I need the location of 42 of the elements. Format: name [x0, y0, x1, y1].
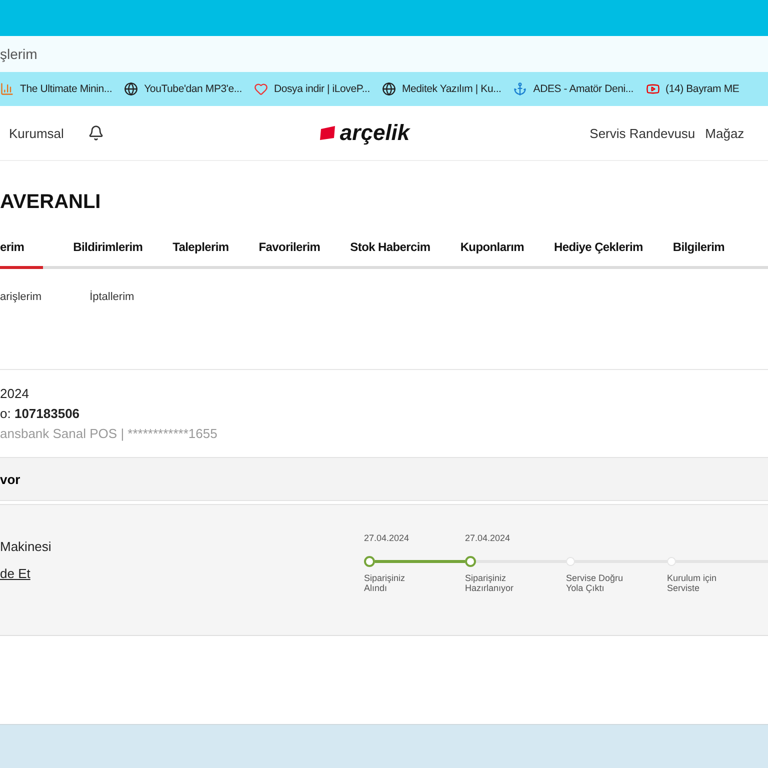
step-label: Siparişiniz Alındı [364, 573, 406, 593]
user-name: AVERANLI [0, 191, 102, 214]
bookmark[interactable]: (14) Bayram ME [646, 82, 740, 96]
order-number: o: 107183506 [0, 406, 81, 421]
heart-icon [254, 82, 268, 96]
step-label: Siparişiniz Hazırlanıyor [465, 573, 515, 593]
order-status: vor [0, 472, 20, 486]
step-date: 27.04.2024 [465, 533, 510, 543]
globe-icon [382, 82, 396, 96]
product-name: Makinesi [0, 539, 52, 554]
nav-link[interactable]: Kurumsal [9, 126, 64, 140]
tab[interactable]: Favorilerim [258, 240, 320, 269]
tab[interactable]: Bilgilerim [672, 240, 725, 269]
logo[interactable]: arçelik [318, 120, 410, 146]
step-date: 27.04.2024 [364, 533, 410, 543]
subtab[interactable]: arişlerim [0, 291, 42, 303]
tab[interactable]: erim [0, 240, 44, 269]
flag-icon [318, 126, 337, 140]
step-label: Kurulum için Serviste [667, 573, 718, 593]
payment-info: ansbank Sanal POS | ************1655 [0, 426, 218, 441]
nav-link[interactable]: Servis Randevusu [590, 126, 696, 140]
bell-icon[interactable] [88, 125, 104, 141]
bookmark[interactable]: Meditek Yazılım | Ku... [382, 82, 502, 96]
video-icon [646, 82, 660, 96]
tab[interactable]: Bildirimlerim [73, 240, 143, 269]
bookmark[interactable]: YouTube'dan MP3'e... [124, 82, 242, 96]
order-date: 2024 [0, 386, 30, 401]
anchor-icon [513, 82, 528, 96]
bookmark[interactable]: The Ultimate Minin... [0, 82, 112, 96]
product-link[interactable]: de Et [0, 566, 364, 581]
nav-link[interactable]: Mağaz [705, 126, 744, 140]
globe-icon [124, 82, 138, 96]
subtab[interactable]: İptallerim [90, 291, 134, 303]
tab[interactable]: Kuponlarım [460, 240, 524, 269]
tab[interactable]: Stok Habercim [350, 240, 430, 269]
tab[interactable]: Taleplerim [172, 240, 229, 269]
bookmark[interactable]: ADES - Amatör Deni... [513, 82, 634, 96]
address-bar-text[interactable]: şlerim [0, 46, 38, 62]
tab[interactable]: Hediye Çeklerim [554, 240, 643, 269]
step-label: Servise Doğru Yola Çıktı [566, 573, 624, 593]
bookmark[interactable]: Dosya indir | iLoveP... [254, 82, 370, 96]
bars-icon [0, 82, 14, 96]
